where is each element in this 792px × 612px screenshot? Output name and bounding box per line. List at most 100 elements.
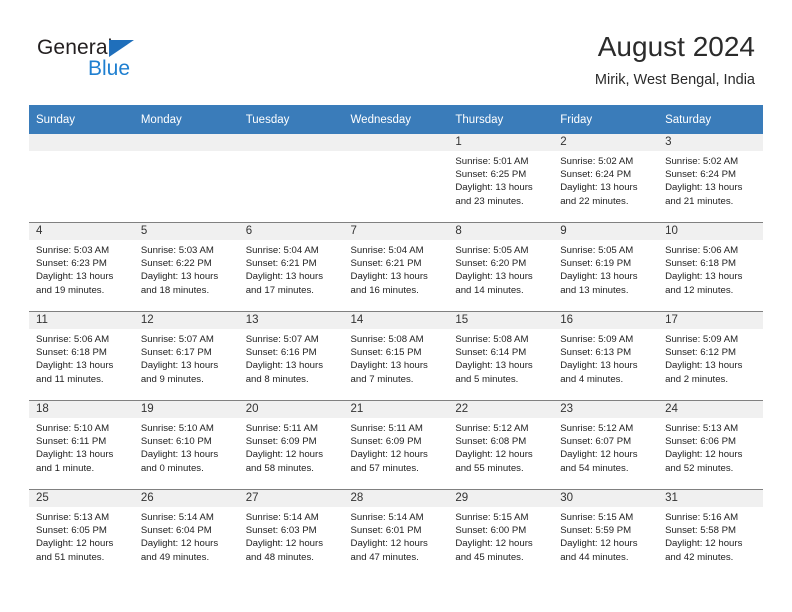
day-number: [343, 134, 449, 151]
day-cell[interactable]: 4 Sunrise: 5:03 AM Sunset: 6:23 PM Daylight…: [29, 222, 134, 312]
day-cell[interactable]: 18 Sunrise: 5:10 AM Sunset: 6:11 PM Dayligh…: [29, 400, 134, 490]
sunrise-text: Sunrise: 5:06 AM: [36, 334, 110, 345]
daylight-text-cont: and 42 minutes.: [665, 551, 734, 563]
day-cell[interactable]: 31 Sunrise: 5:16 AM Sunset: 5:58 PM Dayligh…: [658, 489, 763, 578]
day-cell[interactable]: 25 Sunrise: 5:13 AM Sunset: 6:05 PM Dayligh…: [29, 489, 134, 578]
day-details: Sunrise: 5:04 AM Sunset: 6:21 PM Daylight:…: [344, 240, 449, 297]
day-details: Sunrise: 5:11 AM Sunset: 6:09 PM Daylight:…: [239, 418, 344, 475]
day-cell-inner: 5 Sunrise: 5:03 AM Sunset: 6:22 PM Daylight…: [133, 223, 239, 311]
weekday-header-row: Sunday Monday Tuesday Wednesday Thursday Frid…: [29, 105, 763, 134]
daylight-text-cont: and 45 minutes.: [455, 551, 524, 563]
sunrise-text: Sunrise: 5:08 AM: [350, 334, 424, 345]
calendar-table: Sunday Monday Tuesday Wednesday Thursday Frid…: [29, 105, 763, 578]
weekday-header-wednesday: Wednesday: [343, 105, 449, 134]
daylight-text-cont: and 14 minutes.: [455, 284, 524, 296]
day-cell-inner: [343, 134, 449, 222]
day-number: 3: [658, 134, 763, 151]
day-number: 19: [133, 401, 239, 418]
day-cell[interactable]: 19 Sunrise: 5:10 AM Sunset: 6:10 PM Dayligh…: [133, 400, 239, 490]
daylight-text: Daylight: 12 hours: [245, 449, 324, 461]
calendar-page: General Blue August 2024 Mirik, West Ben…: [0, 0, 792, 612]
sunset-text: Sunset: 6:22 PM: [140, 258, 212, 270]
day-cell[interactable]: 24 Sunrise: 5:13 AM Sunset: 6:06 PM Dayligh…: [658, 400, 763, 490]
day-cell[interactable]: 22 Sunrise: 5:12 AM Sunset: 6:08 PM Dayligh…: [448, 400, 554, 490]
day-details: Sunrise: 5:15 AM Sunset: 5:59 PM Daylight:…: [553, 507, 658, 564]
sunset-text: Sunset: 6:21 PM: [245, 258, 317, 270]
sunrise-text: Sunrise: 5:13 AM: [665, 423, 739, 434]
daylight-text: Daylight: 13 hours: [455, 271, 533, 283]
daylight-text: Daylight: 12 hours: [665, 538, 743, 550]
day-cell[interactable]: 20 Sunrise: 5:11 AM Sunset: 6:09 PM Dayligh…: [238, 400, 344, 490]
day-cell[interactable]: 17 Sunrise: 5:09 AM Sunset: 6:12 PM Dayligh…: [658, 311, 763, 401]
day-number: 6: [238, 223, 344, 240]
sunset-text: Sunset: 5:59 PM: [560, 525, 632, 537]
daylight-text-cont: and 23 minutes.: [455, 195, 524, 207]
day-cell[interactable]: 10 Sunrise: 5:06 AM Sunset: 6:18 PM Dayligh…: [658, 222, 763, 312]
day-details: Sunrise: 5:16 AM Sunset: 5:58 PM Daylight:…: [658, 507, 763, 564]
day-cell[interactable]: 8 Sunrise: 5:05 AM Sunset: 6:20 PM Daylight…: [448, 222, 554, 312]
daylight-text: Daylight: 13 hours: [560, 182, 638, 194]
daylight-text-cont: and 19 minutes.: [36, 284, 105, 296]
daylight-text-cont: and 0 minutes.: [140, 462, 204, 474]
daylight-text-cont: and 16 minutes.: [350, 284, 419, 296]
day-cell-inner: 17 Sunrise: 5:09 AM Sunset: 6:12 PM Dayligh…: [658, 312, 763, 400]
day-cell[interactable]: 12 Sunrise: 5:07 AM Sunset: 6:17 PM Dayligh…: [133, 311, 239, 401]
day-cell[interactable]: 27 Sunrise: 5:14 AM Sunset: 6:03 PM Dayligh…: [238, 489, 344, 578]
sunrise-text: Sunrise: 5:02 AM: [560, 156, 634, 167]
sunset-text: Sunset: 6:20 PM: [455, 258, 527, 270]
sunrise-text: Sunrise: 5:08 AM: [455, 334, 529, 345]
day-cell-inner: 19 Sunrise: 5:10 AM Sunset: 6:10 PM Dayligh…: [133, 401, 239, 489]
day-cell[interactable]: 14 Sunrise: 5:08 AM Sunset: 6:15 PM Dayligh…: [343, 311, 449, 401]
daylight-text: Daylight: 13 hours: [455, 360, 533, 372]
daylight-text: Daylight: 13 hours: [245, 271, 324, 283]
day-cell[interactable]: 13 Sunrise: 5:07 AM Sunset: 6:16 PM Dayligh…: [238, 311, 344, 401]
sunrise-text: Sunrise: 5:07 AM: [140, 334, 214, 345]
sunset-text: Sunset: 6:07 PM: [560, 436, 632, 448]
daylight-text: Daylight: 13 hours: [36, 360, 114, 372]
day-cell[interactable]: 9 Sunrise: 5:05 AM Sunset: 6:19 PM Daylight…: [553, 222, 659, 312]
day-cell-empty: [29, 134, 134, 223]
sunrise-text: Sunrise: 5:05 AM: [560, 245, 634, 256]
day-cell[interactable]: 7 Sunrise: 5:04 AM Sunset: 6:21 PM Daylight…: [343, 222, 449, 312]
calendar-body: 1 Sunrise: 5:01 AM Sunset: 6:25 PM Daylight…: [29, 134, 763, 578]
daylight-text-cont: and 8 minutes.: [245, 373, 309, 385]
day-cell-inner: 15 Sunrise: 5:08 AM Sunset: 6:14 PM Dayligh…: [448, 312, 554, 400]
day-cell-inner: 18 Sunrise: 5:10 AM Sunset: 6:11 PM Dayligh…: [29, 401, 134, 489]
page-title: August 2024: [597, 31, 755, 62]
generalblue-logo[interactable]: General Blue: [37, 36, 217, 86]
day-cell[interactable]: 5 Sunrise: 5:03 AM Sunset: 6:22 PM Daylight…: [133, 222, 239, 312]
day-cell[interactable]: 11 Sunrise: 5:06 AM Sunset: 6:18 PM Dayligh…: [29, 311, 134, 401]
day-cell-inner: 6 Sunrise: 5:04 AM Sunset: 6:21 PM Daylight…: [238, 223, 344, 311]
day-cell[interactable]: 15 Sunrise: 5:08 AM Sunset: 6:14 PM Dayligh…: [448, 311, 554, 401]
day-cell-inner: 2 Sunrise: 5:02 AM Sunset: 6:24 PM Daylight…: [553, 134, 659, 222]
daylight-text-cont: and 51 minutes.: [36, 551, 105, 563]
day-number: 2: [553, 134, 659, 151]
day-details: Sunrise: 5:10 AM Sunset: 6:10 PM Daylight:…: [134, 418, 239, 475]
calendar-week-row: 1 Sunrise: 5:01 AM Sunset: 6:25 PM Daylight…: [29, 134, 763, 223]
daylight-text: Daylight: 12 hours: [350, 538, 428, 550]
sunset-text: Sunset: 6:24 PM: [665, 169, 736, 181]
day-cell[interactable]: 21 Sunrise: 5:11 AM Sunset: 6:09 PM Dayligh…: [343, 400, 449, 490]
day-cell[interactable]: 23 Sunrise: 5:12 AM Sunset: 6:07 PM Dayligh…: [553, 400, 659, 490]
day-number: 28: [343, 490, 449, 507]
day-cell-inner: 20 Sunrise: 5:11 AM Sunset: 6:09 PM Dayligh…: [238, 401, 344, 489]
day-cell[interactable]: 16 Sunrise: 5:09 AM Sunset: 6:13 PM Dayligh…: [553, 311, 659, 401]
day-details: Sunrise: 5:03 AM Sunset: 6:22 PM Daylight:…: [134, 240, 239, 297]
day-cell-inner: 8 Sunrise: 5:05 AM Sunset: 6:20 PM Daylight…: [448, 223, 554, 311]
day-cell-inner: 27 Sunrise: 5:14 AM Sunset: 6:03 PM Dayligh…: [238, 490, 344, 578]
day-cell[interactable]: 29 Sunrise: 5:15 AM Sunset: 6:00 PM Dayligh…: [448, 489, 554, 578]
day-number: 13: [238, 312, 344, 329]
day-cell[interactable]: 2 Sunrise: 5:02 AM Sunset: 6:24 PM Daylight…: [553, 134, 659, 223]
day-cell[interactable]: 30 Sunrise: 5:15 AM Sunset: 5:59 PM Dayligh…: [553, 489, 659, 578]
day-cell[interactable]: 6 Sunrise: 5:04 AM Sunset: 6:21 PM Daylight…: [238, 222, 344, 312]
day-details: Sunrise: 5:15 AM Sunset: 6:00 PM Daylight:…: [448, 507, 553, 564]
day-number: 5: [133, 223, 239, 240]
day-cell-inner: 25 Sunrise: 5:13 AM Sunset: 6:05 PM Dayligh…: [29, 490, 134, 578]
day-cell[interactable]: 26 Sunrise: 5:14 AM Sunset: 6:04 PM Dayligh…: [133, 489, 239, 578]
day-details: Sunrise: 5:13 AM Sunset: 6:05 PM Daylight:…: [29, 507, 134, 564]
day-cell[interactable]: 3 Sunrise: 5:02 AM Sunset: 6:24 PM Daylight…: [658, 134, 763, 223]
day-cell[interactable]: 28 Sunrise: 5:14 AM Sunset: 6:01 PM Dayligh…: [343, 489, 449, 578]
day-number: 25: [29, 490, 134, 507]
day-cell[interactable]: 1 Sunrise: 5:01 AM Sunset: 6:25 PM Daylight…: [448, 134, 554, 223]
sunset-text: Sunset: 6:17 PM: [140, 347, 212, 359]
